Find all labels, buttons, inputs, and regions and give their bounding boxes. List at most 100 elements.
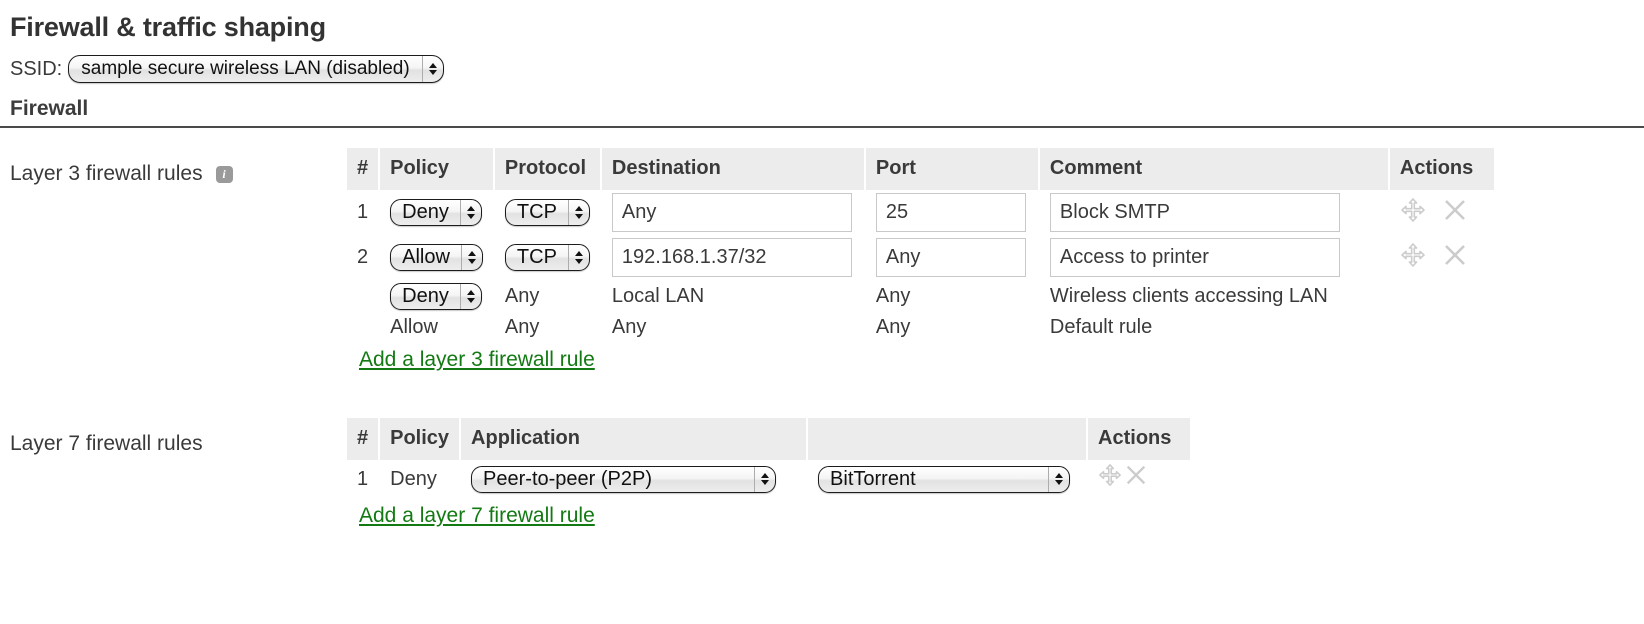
- policy-select[interactable]: Deny: [390, 283, 482, 310]
- layer7-label-wrap: Layer 7 firewall rules: [10, 418, 345, 456]
- row-policy-cell: Deny: [380, 190, 493, 235]
- column-header-port: Port: [865, 148, 1038, 190]
- column-header-protocol: Protocol: [494, 148, 600, 190]
- column-header-application: Application: [461, 418, 807, 460]
- row-destination-static: Any: [611, 316, 647, 338]
- column-header-comment: Comment: [1039, 148, 1388, 190]
- row-application-cell: Peer-to-peer (P2P): [461, 460, 806, 498]
- row-comment-cell: [1040, 190, 1388, 235]
- page-title: Firewall & traffic shaping: [10, 12, 326, 42]
- port-input[interactable]: [875, 193, 1026, 232]
- move-icon[interactable]: [1400, 197, 1426, 223]
- move-icon[interactable]: [1098, 463, 1124, 489]
- row-comment-cell: [1040, 235, 1388, 280]
- row-number: [347, 280, 378, 313]
- destination-input[interactable]: [611, 238, 852, 277]
- row-port-cell: [866, 235, 1038, 280]
- column-header-blank: [808, 418, 1087, 460]
- table-row: 2 Allow TCP: [347, 235, 1494, 280]
- ssid-label: SSID:: [10, 57, 63, 80]
- row-number: [347, 313, 378, 342]
- layer7-header-row: # Policy Application Actions: [347, 418, 1191, 460]
- chevron-updown-icon: [1048, 466, 1069, 492]
- row-protocol-static: Any: [504, 316, 540, 338]
- column-header-policy: Policy: [380, 148, 493, 190]
- chevron-updown-icon: [459, 284, 481, 309]
- row-application-detail-cell: BitTorrent: [808, 460, 1086, 498]
- layer3-block: Layer 3 firewall rules i # Policy Protoc…: [0, 148, 1644, 372]
- chevron-updown-icon: [459, 200, 481, 225]
- row-port-static: Any: [875, 285, 911, 307]
- column-header-actions: Actions: [1389, 148, 1494, 190]
- comment-input[interactable]: [1049, 238, 1340, 277]
- column-header-num: #: [347, 148, 379, 190]
- layer3-add-row: Add a layer 3 firewall rule: [347, 342, 1494, 372]
- layer3-table: # Policy Protocol Destination Port Comme…: [345, 148, 1496, 372]
- row-actions-cell: [1390, 190, 1494, 235]
- row-policy-static: Deny: [390, 467, 437, 490]
- row-policy-cell: Deny: [380, 280, 493, 313]
- delete-icon[interactable]: [1442, 197, 1468, 223]
- destination-input[interactable]: [611, 193, 852, 232]
- row-protocol-cell: TCP: [495, 190, 600, 235]
- delete-icon[interactable]: [1124, 463, 1150, 489]
- row-destination-static: Local LAN: [611, 285, 705, 307]
- row-protocol-cell: TCP: [495, 235, 600, 280]
- ssid-row: SSID: sample secure wireless LAN (disabl…: [0, 43, 1644, 83]
- row-actions-empty: [1390, 313, 1494, 342]
- layer3-label: Layer 3 firewall rules: [10, 162, 203, 185]
- row-actions-cell: [1088, 460, 1190, 498]
- protocol-select[interactable]: TCP: [504, 244, 590, 271]
- section-heading-firewall: Firewall: [0, 97, 1644, 128]
- policy-select-value: Deny: [402, 201, 449, 223]
- chevron-updown-icon: [567, 245, 589, 270]
- column-header-destination: Destination: [601, 148, 864, 190]
- add-layer3-rule-link[interactable]: Add a layer 3 firewall rule: [359, 348, 595, 372]
- row-port-static: Any: [875, 316, 911, 338]
- port-input[interactable]: [875, 238, 1026, 277]
- row-number: 2: [357, 246, 369, 268]
- application-select[interactable]: Peer-to-peer (P2P): [471, 465, 777, 493]
- row-comment-static: Wireless clients accessing LAN: [1049, 285, 1328, 307]
- protocol-select[interactable]: TCP: [504, 199, 590, 226]
- layer7-add-row: Add a layer 7 firewall rule: [347, 498, 1190, 528]
- application-detail-select[interactable]: BitTorrent: [818, 465, 1071, 493]
- row-policy-cell: Allow: [380, 235, 493, 280]
- row-number: 1: [357, 467, 369, 490]
- column-header-actions: Actions: [1088, 418, 1191, 460]
- chevron-updown-icon: [460, 245, 482, 270]
- layer7-label: Layer 7 firewall rules: [10, 432, 203, 455]
- row-actions-empty: [1390, 280, 1494, 313]
- row-destination-cell: [602, 190, 864, 235]
- table-row: 1 Deny TCP: [347, 190, 1494, 235]
- policy-select-value: Allow: [402, 246, 450, 268]
- info-icon[interactable]: i: [215, 165, 233, 183]
- policy-select-value: Deny: [402, 285, 449, 307]
- chevron-updown-icon: [754, 466, 775, 492]
- chevron-updown-icon: [421, 56, 443, 82]
- move-icon[interactable]: [1400, 242, 1426, 268]
- row-protocol-static: Any: [504, 285, 540, 307]
- table-row: 1 Deny Peer-to-peer (P2P) BitTorrent: [347, 460, 1190, 498]
- table-row: Allow Any Any Any Default rule: [347, 313, 1494, 342]
- delete-icon[interactable]: [1442, 242, 1468, 268]
- layer7-table: # Policy Application Actions 1 Deny Peer…: [345, 418, 1192, 528]
- add-layer7-rule-link[interactable]: Add a layer 7 firewall rule: [359, 504, 595, 528]
- row-port-cell: [866, 190, 1038, 235]
- ssid-select[interactable]: sample secure wireless LAN (disabled): [68, 55, 444, 83]
- layer7-table-wrap: # Policy Application Actions 1 Deny Peer…: [345, 418, 1192, 528]
- comment-input[interactable]: [1049, 193, 1340, 232]
- application-detail-select-value: BitTorrent: [830, 467, 916, 490]
- row-destination-cell: [602, 235, 864, 280]
- policy-select[interactable]: Deny: [390, 199, 482, 226]
- protocol-select-value: TCP: [516, 201, 557, 223]
- layer7-block: Layer 7 firewall rules # Policy Applicat…: [0, 418, 1644, 528]
- table-row: Deny Any Local LAN Any Wireless clients …: [347, 280, 1494, 313]
- layer3-label-wrap: Layer 3 firewall rules i: [10, 148, 345, 186]
- policy-select[interactable]: Allow: [390, 244, 483, 271]
- row-comment-static: Default rule: [1049, 316, 1153, 338]
- row-actions-cell: [1390, 235, 1494, 280]
- column-header-policy: Policy: [380, 418, 460, 460]
- row-number: 1: [357, 201, 369, 223]
- layer3-header-row: # Policy Protocol Destination Port Comme…: [347, 148, 1494, 190]
